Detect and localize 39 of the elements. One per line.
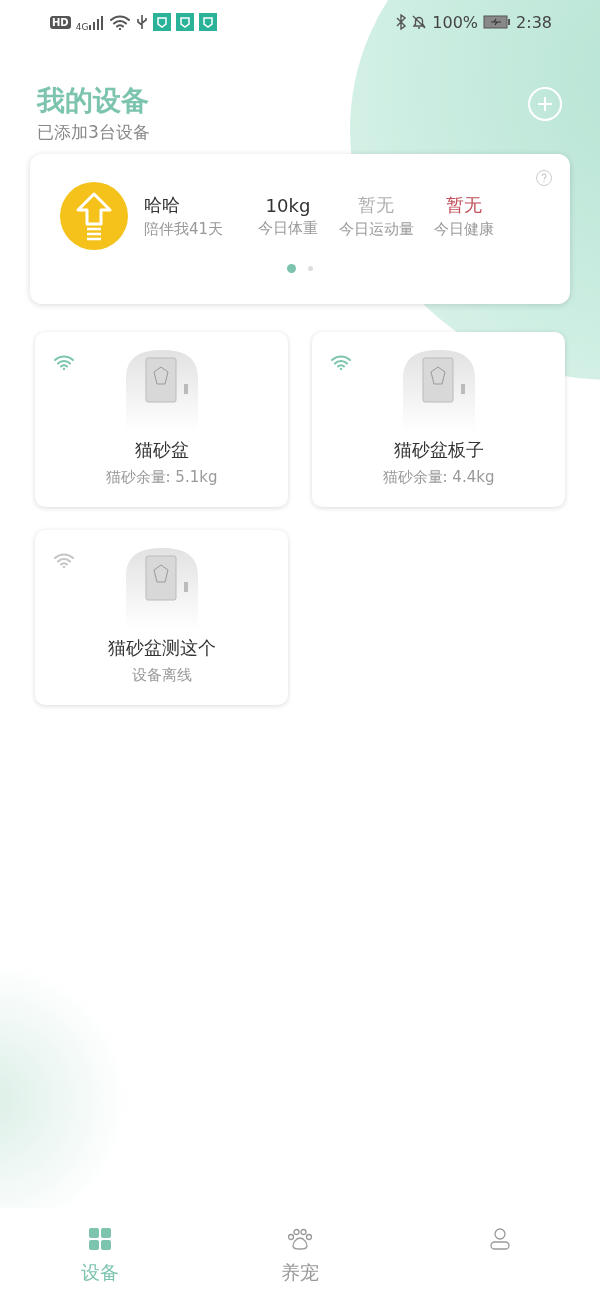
signal-icon bbox=[88, 14, 105, 30]
stat-value: 10kg bbox=[264, 194, 312, 216]
device-name: 猫砂盆测这个 bbox=[107, 636, 216, 660]
device-status: 猫砂余量: 4.4kg bbox=[382, 468, 495, 487]
battery-percent: 100% bbox=[432, 12, 479, 32]
pet-name: 哈哈 bbox=[144, 193, 181, 217]
device-card[interactable]: 猫砂盆板子 猫砂余量: 4.4kg bbox=[312, 332, 565, 507]
device-status: 猫砂余量: 5.1kg bbox=[105, 468, 218, 487]
device-status: 设备离线 bbox=[131, 666, 192, 685]
network-type: 4G bbox=[75, 22, 89, 32]
companion-days: 陪伴我41天 bbox=[144, 220, 244, 239]
wifi-icon bbox=[109, 14, 132, 30]
page-indicator-dot[interactable] bbox=[287, 264, 296, 273]
usb-icon bbox=[136, 14, 149, 30]
devices-icon bbox=[89, 1228, 111, 1250]
bell-muted-icon bbox=[411, 14, 428, 30]
app-notification-icon bbox=[176, 13, 195, 31]
page-indicator-dot[interactable] bbox=[308, 266, 313, 271]
stat-value: 暂无 bbox=[445, 193, 483, 217]
stat-label: 今日运动量 bbox=[337, 220, 415, 239]
device-card[interactable]: 猫砂盆测这个 设备离线 bbox=[35, 530, 288, 705]
app-notification-icon bbox=[199, 13, 218, 31]
clock: 2:38 bbox=[516, 12, 552, 32]
hd-badge: HD bbox=[50, 15, 71, 29]
bluetooth-icon bbox=[396, 14, 407, 30]
stat-label: 今日健康 bbox=[433, 220, 495, 239]
page-title: 我的设备 bbox=[37, 82, 150, 119]
stat-value: 暂无 bbox=[357, 193, 395, 217]
stat-label: 今日体重 bbox=[257, 218, 319, 238]
device-count: 已添加3台设备 bbox=[37, 120, 150, 144]
profile-icon bbox=[490, 1228, 510, 1250]
device-card[interactable]: 猫砂盆 猫砂余量: 5.1kg bbox=[35, 332, 288, 507]
plus-icon bbox=[537, 96, 553, 112]
device-name: 猫砂盆 bbox=[134, 438, 189, 462]
add-device-button[interactable] bbox=[528, 87, 562, 121]
device-name: 猫砂盆板子 bbox=[393, 438, 484, 462]
battery-charging-icon bbox=[483, 15, 512, 29]
app-notification-icon bbox=[153, 13, 172, 31]
pets-icon bbox=[287, 1228, 313, 1250]
